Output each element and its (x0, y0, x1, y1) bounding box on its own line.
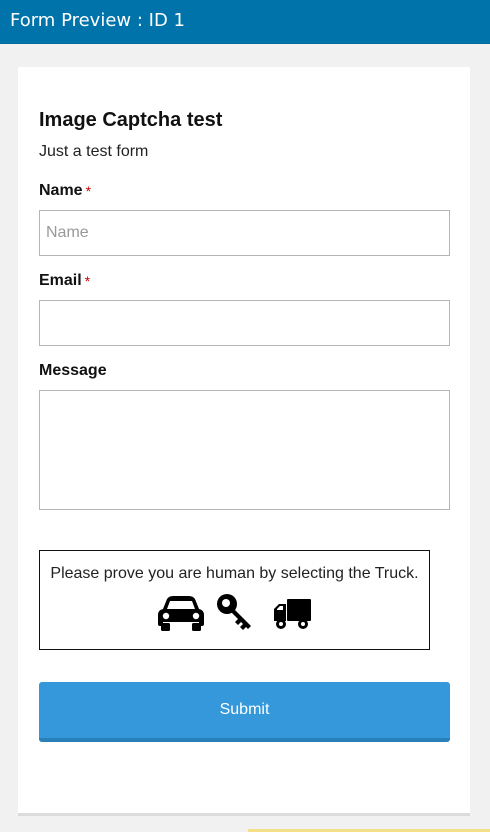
message-label-text: Message (39, 362, 107, 379)
required-marker: * (84, 273, 91, 289)
name-label: Name * (39, 181, 91, 201)
email-label-text: Email (39, 272, 82, 289)
name-label-text: Name (39, 182, 83, 199)
name-input[interactable] (39, 210, 450, 256)
key-icon[interactable] (216, 593, 256, 633)
page-title: Form Preview : ID 1 (10, 10, 185, 31)
captcha-prompt: Please prove you are human by selecting … (50, 565, 419, 582)
form-card: Image Captcha test Just a test form Name… (18, 67, 470, 816)
top-bar: Form Preview : ID 1 (0, 0, 490, 43)
email-label: Email * (39, 271, 90, 291)
car-icon[interactable] (157, 593, 205, 633)
form-title: Image Captcha test (39, 109, 223, 131)
email-input[interactable] (39, 300, 450, 346)
submit-button[interactable]: Submit (39, 682, 450, 742)
image-captcha: Please prove you are human by selecting … (39, 550, 430, 650)
message-textarea[interactable] (39, 390, 450, 510)
message-label: Message (39, 361, 107, 381)
required-marker: * (85, 183, 92, 199)
form-description: Just a test form (39, 143, 149, 160)
truck-icon[interactable] (272, 593, 312, 633)
